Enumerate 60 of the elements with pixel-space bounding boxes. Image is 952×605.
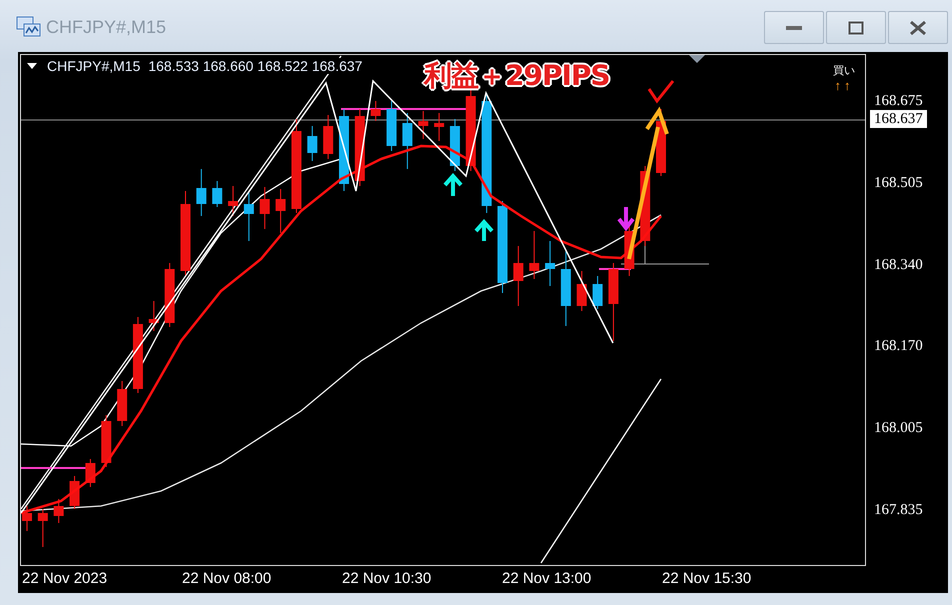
price-axis-label: 167.835 xyxy=(874,501,923,519)
candlestick xyxy=(101,414,112,468)
time-axis-label: 22 Nov 08:00 xyxy=(182,570,272,587)
candlestick xyxy=(576,270,587,312)
candlestick xyxy=(54,498,64,524)
candlestick xyxy=(22,506,32,532)
price-axis-label: 168.505 xyxy=(874,174,923,192)
time-axis-label: 22 Nov 10:30 xyxy=(342,570,432,587)
level-line xyxy=(599,268,631,270)
down-arrow-icon xyxy=(617,205,635,232)
arrow-icon xyxy=(627,106,669,261)
up-arrow-icon xyxy=(443,172,463,198)
candlestick xyxy=(418,110,428,140)
profit-annotation: 利益＋29PIPS xyxy=(424,58,610,94)
candlestick xyxy=(228,186,238,216)
candlestick xyxy=(148,300,159,332)
time-axis-label: 22 Nov 2023 xyxy=(22,570,108,587)
time-axis-label: 22 Nov 13:00 xyxy=(502,570,592,587)
close-button[interactable] xyxy=(888,11,948,44)
window-title: CHFJPY#,M15 xyxy=(46,16,166,38)
candlestick xyxy=(85,458,96,488)
candlestick xyxy=(70,476,80,510)
candlestick xyxy=(38,508,48,548)
candlestick xyxy=(529,230,540,280)
candlestick xyxy=(386,100,397,152)
price-axis-label: 168.005 xyxy=(874,419,923,438)
candlestick xyxy=(307,126,318,162)
dropdown-triangle-icon[interactable] xyxy=(27,63,37,69)
candlestick xyxy=(212,180,222,208)
chart-shift-marker-icon[interactable] xyxy=(689,55,705,63)
candlestick xyxy=(323,114,334,160)
candlestick xyxy=(244,190,254,242)
close-icon xyxy=(909,20,927,36)
candlestick xyxy=(370,100,381,122)
candlestick xyxy=(545,240,556,286)
candlestick xyxy=(196,168,206,216)
ohlc-values: 168.533 168.660 168.522 168.637 xyxy=(148,58,362,74)
chart-symbol-label: CHFJPY#,M15 xyxy=(47,58,140,74)
minimize-button[interactable] xyxy=(764,11,824,44)
checkmark-icon xyxy=(648,80,674,104)
current-price-label: 168.637 xyxy=(870,110,927,128)
candlestick xyxy=(164,262,175,328)
candlestick xyxy=(434,112,444,142)
time-axis-label: 22 Nov 15:30 xyxy=(662,570,752,587)
price-axis-label: 168.675 xyxy=(874,92,923,110)
chart-window-icon xyxy=(16,16,42,38)
price-axis-label: 168.340 xyxy=(874,256,923,274)
signal-label: 買い xyxy=(833,63,855,78)
candlestick xyxy=(592,276,603,310)
signal-arrows: ↑↑ xyxy=(834,78,854,93)
candlestick xyxy=(260,186,270,230)
maximize-button[interactable] xyxy=(826,11,886,44)
candlestick xyxy=(513,246,524,306)
candlestick xyxy=(402,112,412,170)
maximize-icon xyxy=(848,20,864,34)
candlestick xyxy=(450,118,460,172)
price-axis-label: 168.170 xyxy=(874,337,923,356)
candlestick xyxy=(276,188,286,234)
candlestick xyxy=(117,380,128,426)
up-arrow-icon xyxy=(474,218,494,243)
